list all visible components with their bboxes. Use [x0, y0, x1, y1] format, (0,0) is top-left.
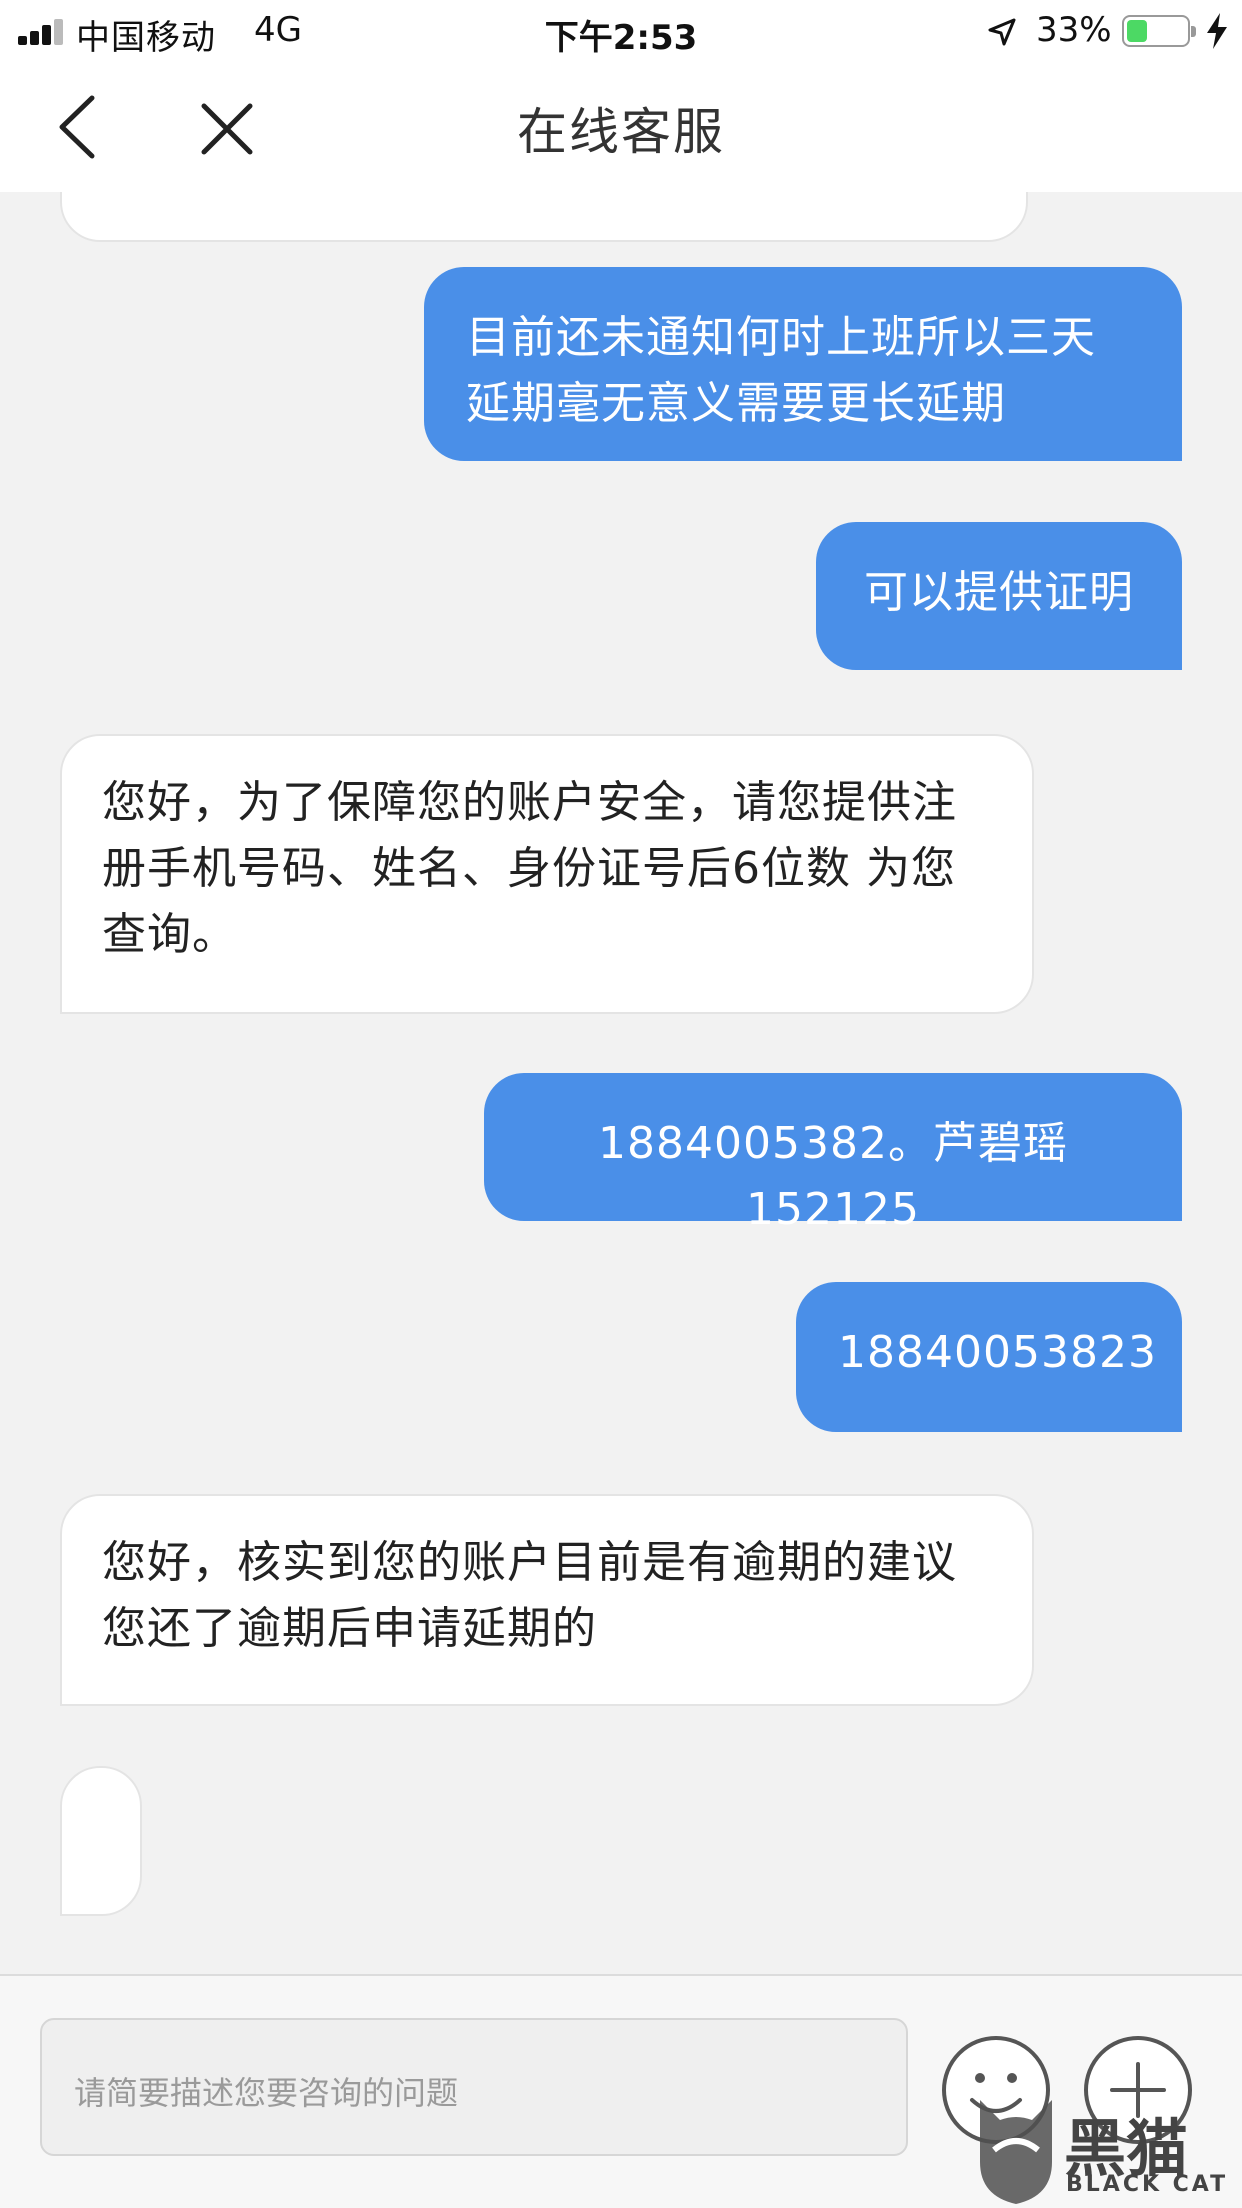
- watermark-text-en: BLACK CAT: [1066, 2172, 1229, 2197]
- cat-logo-icon: [980, 2100, 1052, 2204]
- page-title: 在线客服: [517, 103, 725, 161]
- battery-fill: [1127, 20, 1147, 42]
- user-message-bubble: 18840053823: [796, 1282, 1182, 1432]
- battery-icon: [1122, 15, 1196, 47]
- user-message-bubble: 可以提供证明: [816, 522, 1182, 670]
- typing-indicator-bubble: [60, 1766, 142, 1916]
- status-bar: 中国移动 4G 下午2:53 33%: [0, 0, 1242, 62]
- nav-header: 在线客服: [0, 62, 1242, 192]
- black-cat-watermark: 黑猫 BLACK CAT: [970, 2092, 1242, 2208]
- agent-message-bubble: 您好，为了保障您的账户安全，请您提供注册手机号码、姓名、身份证号后6位数 为您查…: [60, 734, 1034, 1014]
- user-message-bubble: 目前还未通知何时上班所以三天延期毫无意义需要更长延期: [424, 267, 1182, 461]
- user-message-bubble: 1884005382。芦碧瑶152125: [484, 1073, 1182, 1235]
- chat-messages: 目前还未通知何时上班所以三天延期毫无意义需要更长延期 可以提供证明 您好，为了保…: [0, 192, 1242, 1974]
- battery-percent: 33%: [1036, 10, 1112, 50]
- message-input[interactable]: 请简要描述您要咨询的问题: [40, 2018, 908, 2156]
- location-arrow-icon: [988, 18, 1016, 46]
- agent-message-bubble: 您好，核实到您的账户目前是有逾期的建议您还了逾期后申请延期的: [60, 1494, 1034, 1706]
- previous-message-bubble: [60, 192, 1028, 242]
- charging-bolt-icon: [1207, 13, 1227, 49]
